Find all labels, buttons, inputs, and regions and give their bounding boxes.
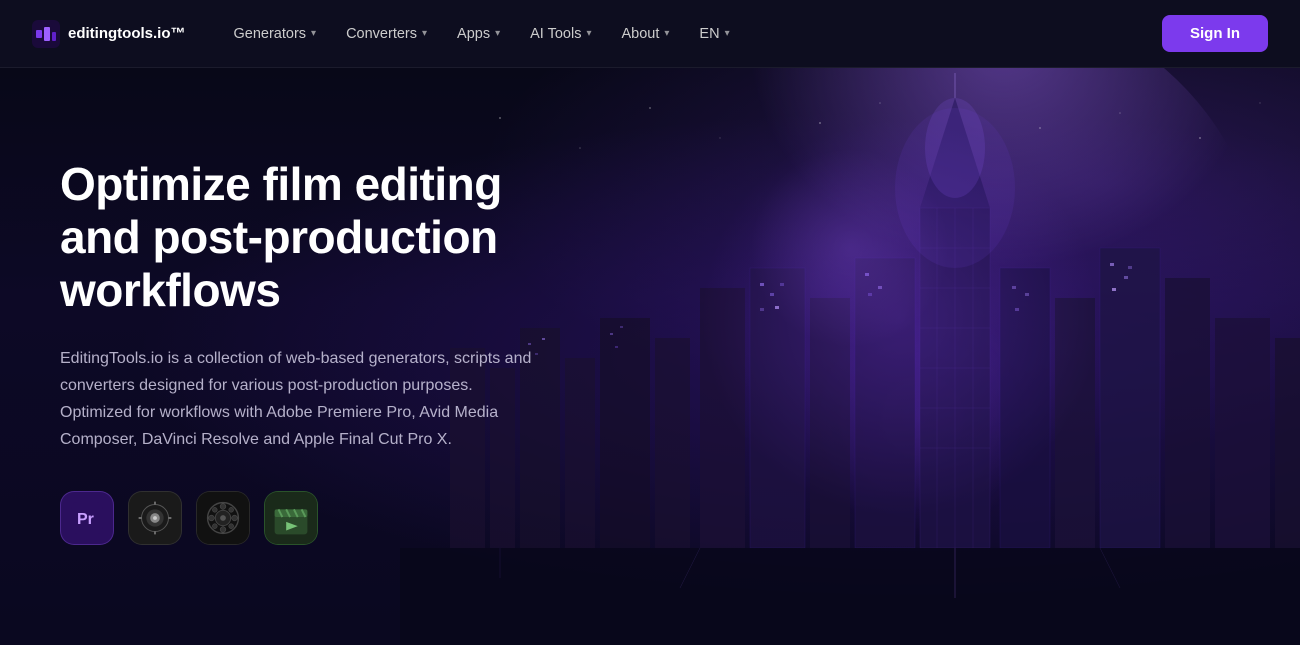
nav-items: Generators ▾ Converters ▾ Apps ▾ AI Tool… (222, 20, 742, 48)
nav-about-label: About (621, 26, 659, 42)
nav-language-label: EN (699, 26, 719, 42)
chevron-down-icon: ▾ (664, 28, 669, 39)
app-icon-avid[interactable] (196, 491, 250, 545)
app-icon-davinci[interactable] (128, 491, 182, 545)
premiere-icon: Pr (71, 502, 103, 534)
chevron-down-icon: ▾ (725, 28, 730, 39)
hero-content: Optimize film editing and post-productio… (0, 68, 600, 635)
nav-language[interactable]: EN ▾ (687, 20, 741, 48)
nav-left: editingtools.io™ Generators ▾ Converters… (32, 20, 742, 48)
avid-icon (197, 491, 249, 545)
chevron-down-icon: ▾ (422, 28, 427, 39)
navigation: editingtools.io™ Generators ▾ Converters… (0, 0, 1300, 68)
finalcut-icon (265, 491, 317, 545)
app-icons-row: Pr (60, 491, 540, 545)
chevron-down-icon: ▾ (311, 28, 316, 39)
nav-apps[interactable]: Apps ▾ (445, 20, 512, 48)
davinci-icon (129, 491, 181, 545)
chevron-down-icon: ▾ (586, 28, 591, 39)
nav-ai-tools-label: AI Tools (530, 26, 581, 42)
nav-generators[interactable]: Generators ▾ (222, 20, 329, 48)
sign-in-button[interactable]: Sign In (1162, 15, 1268, 52)
hero-description: EditingTools.io is a collection of web-b… (60, 345, 540, 454)
logo-icon (32, 20, 60, 48)
nav-generators-label: Generators (234, 26, 307, 42)
hero-section: Optimize film editing and post-productio… (0, 68, 1300, 645)
nav-ai-tools[interactable]: AI Tools ▾ (518, 20, 603, 48)
nav-converters[interactable]: Converters ▾ (334, 20, 439, 48)
nav-converters-label: Converters (346, 26, 417, 42)
svg-text:Pr: Pr (77, 511, 94, 528)
hero-title: Optimize film editing and post-productio… (60, 158, 540, 317)
chevron-down-icon: ▾ (495, 28, 500, 39)
app-icon-finalcut[interactable] (264, 491, 318, 545)
app-icon-premiere[interactable]: Pr (60, 491, 114, 545)
nav-apps-label: Apps (457, 26, 490, 42)
nav-about[interactable]: About ▾ (609, 20, 681, 48)
logo[interactable]: editingtools.io™ (32, 20, 186, 48)
logo-text: editingtools.io™ (68, 25, 186, 42)
